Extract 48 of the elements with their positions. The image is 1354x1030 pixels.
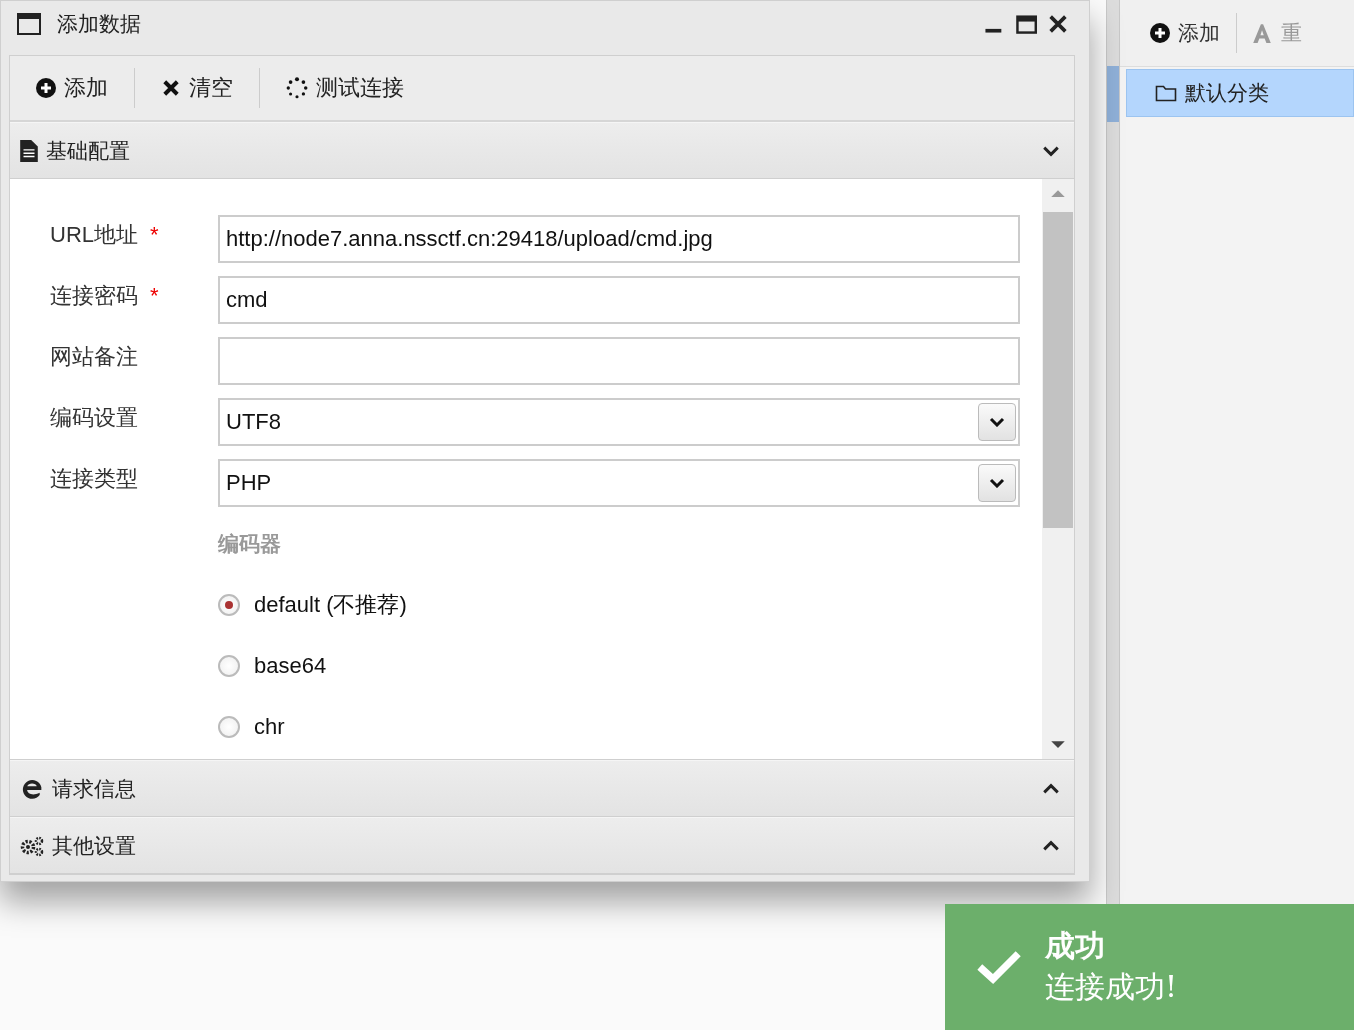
check-icon xyxy=(975,949,1023,985)
window-icon xyxy=(17,13,41,35)
radio-button[interactable] xyxy=(218,715,240,738)
radio-label: base64 xyxy=(254,652,327,679)
font-icon xyxy=(1251,22,1273,44)
group-label: 编码器 xyxy=(218,530,282,558)
toast-title: 成功 xyxy=(1045,927,1106,965)
text-field[interactable] xyxy=(218,337,1020,385)
toolbar-button[interactable]: 测试连接 xyxy=(260,73,430,103)
browser-icon xyxy=(20,777,44,800)
close-icon xyxy=(161,78,181,98)
scrollbar[interactable] xyxy=(1042,179,1074,759)
chevron-icon xyxy=(1042,839,1060,852)
close-icon[interactable] xyxy=(1047,13,1069,35)
field-label: 连接类型 xyxy=(50,465,139,493)
select-field[interactable]: PHP xyxy=(218,459,1020,507)
toolbar-button[interactable]: 添加 xyxy=(32,73,134,103)
section-header[interactable]: 其他设置 xyxy=(10,817,1074,874)
category-item[interactable]: 默认分类 xyxy=(1126,69,1354,117)
section-header[interactable]: 请求信息 xyxy=(10,760,1074,817)
field-label: 网站备注 xyxy=(50,343,139,371)
section-header[interactable]: 基础配置 xyxy=(10,122,1074,179)
field-label: URL地址 * xyxy=(50,221,160,249)
document-icon xyxy=(20,139,38,162)
folder-icon xyxy=(1155,84,1177,102)
toolbar-button[interactable]: 清空 xyxy=(135,73,259,103)
text-field[interactable]: http://node7.anna.nssctf.cn:29418/upload/cmd.jpg xyxy=(218,215,1020,263)
text-field[interactable]: cmd xyxy=(218,276,1020,324)
chevron-icon xyxy=(1042,144,1060,157)
toast-message: 连接成功! xyxy=(1045,968,1178,1006)
field-label: 连接密码 * xyxy=(50,282,160,310)
select-field[interactable]: UTF8 xyxy=(218,398,1020,446)
gears-icon xyxy=(20,834,44,857)
maximize-icon[interactable] xyxy=(1015,13,1037,35)
chevron-icon xyxy=(989,478,1005,488)
scroll-down-icon[interactable] xyxy=(1051,740,1065,749)
radio-button[interactable] xyxy=(218,593,240,616)
spinner-icon xyxy=(286,77,308,99)
chevron-icon xyxy=(1042,782,1060,795)
radio-button[interactable] xyxy=(218,654,240,677)
window-title: 添加数据 xyxy=(57,11,141,38)
field-label: 编码设置 xyxy=(50,404,139,432)
radio-label: default (不推荐) xyxy=(254,590,407,619)
toolbar-button[interactable]: 添加 xyxy=(1150,19,1236,47)
radio-label: chr xyxy=(254,713,285,740)
chevron-icon xyxy=(989,417,1005,427)
plus-circle-icon xyxy=(36,78,56,98)
plus-circle-icon xyxy=(1150,23,1170,43)
